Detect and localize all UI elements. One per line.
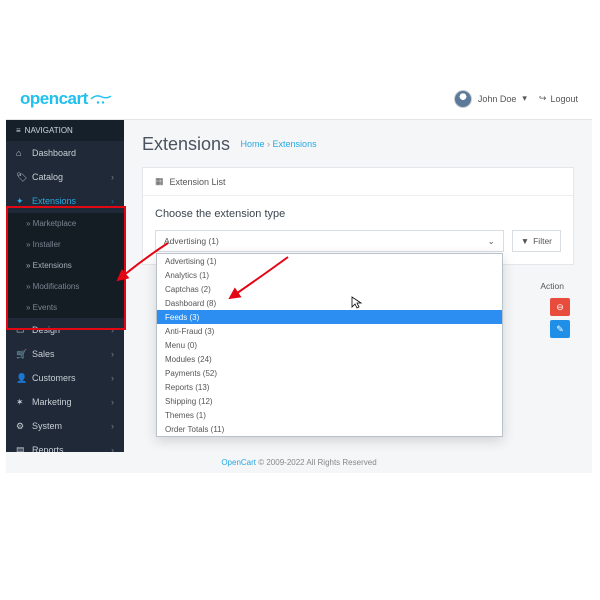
sidebar-item-extensions[interactable]: ✦Extensions› [6, 189, 124, 213]
user-name: John Doe [478, 94, 517, 104]
chart-icon: ▤ [16, 445, 26, 452]
option-captchas[interactable]: Captchas (2) [157, 282, 502, 296]
option-advertising[interactable]: Advertising (1) [157, 254, 502, 268]
logo: opencart [20, 89, 112, 109]
sidebar-sub-events[interactable]: » Events [6, 297, 124, 318]
chevron-right-icon: › [111, 349, 114, 359]
cart-icon: 🛒 [16, 349, 26, 359]
option-payments[interactable]: Payments (52) [157, 366, 502, 380]
sidebar-item-sales[interactable]: 🛒Sales› [6, 342, 124, 366]
filter-icon: ▼ [521, 236, 529, 246]
list-icon: ▦ [155, 176, 164, 187]
chevron-right-icon: › [111, 445, 114, 452]
sidebar-item-design[interactable]: ▭Design› [6, 318, 124, 342]
option-antifraud[interactable]: Anti-Fraud (3) [157, 324, 502, 338]
chevron-right-icon: › [111, 421, 114, 431]
sidebar-sub-modifications[interactable]: » Modifications [6, 276, 124, 297]
sidebar-item-customers[interactable]: 👤Customers› [6, 366, 124, 390]
chevron-down-icon: ▾ [522, 93, 527, 104]
option-menu[interactable]: Menu (0) [157, 338, 502, 352]
action-header: Action [540, 281, 564, 291]
filter-button[interactable]: ▼Filter [512, 230, 561, 252]
breadcrumb-current[interactable]: Extensions [273, 139, 317, 149]
user-icon: 👤 [16, 373, 26, 383]
panel-header: ▦Extension List [143, 168, 573, 196]
header: opencart John Doe ▾ ↪ Logout [6, 78, 592, 120]
panel: ▦Extension List Choose the extension typ… [142, 167, 574, 265]
edit-button[interactable]: ✎ [550, 320, 570, 338]
breadcrumb-home[interactable]: Home [241, 139, 265, 149]
option-reports[interactable]: Reports (13) [157, 380, 502, 394]
uninstall-button[interactable]: ⊖ [550, 298, 570, 316]
option-analytics[interactable]: Analytics (1) [157, 268, 502, 282]
subtitle: Choose the extension type [155, 208, 561, 220]
sidebar-sub: » Marketplace » Installer » Extensions »… [6, 213, 124, 318]
sidebar-sub-extensions[interactable]: » Extensions [6, 255, 124, 276]
chevron-right-icon: › [111, 325, 114, 335]
chevron-right-icon: › [111, 373, 114, 383]
sidebar-sub-installer[interactable]: » Installer [6, 234, 124, 255]
logout-button[interactable]: ↪ Logout [539, 93, 578, 104]
footer: OpenCart © 2009-2022 All Rights Reserved [6, 452, 592, 473]
share-icon: ✶ [16, 397, 26, 407]
pencil-icon: ✎ [556, 324, 564, 335]
option-feeds[interactable]: Feeds (3) [157, 310, 502, 324]
sidebar-sub-marketplace[interactable]: » Marketplace [6, 213, 124, 234]
sidebar-item-catalog[interactable]: 🏷Catalog› [6, 165, 124, 189]
nav-title: ≡NAVIGATION [6, 120, 124, 141]
gear-icon: ⚙ [16, 421, 26, 431]
sidebar-item-dashboard[interactable]: ⌂Dashboard [6, 141, 124, 165]
option-dashboard[interactable]: Dashboard (8) [157, 296, 502, 310]
sidebar-item-system[interactable]: ⚙System› [6, 414, 124, 438]
main: Extensions Home › Extensions ▦Extension … [124, 120, 592, 452]
user-menu[interactable]: John Doe ▾ [454, 90, 527, 108]
chevron-right-icon: › [111, 196, 114, 206]
chevron-right-icon: › [111, 397, 114, 407]
option-shipping[interactable]: Shipping (12) [157, 394, 502, 408]
option-modules[interactable]: Modules (24) [157, 352, 502, 366]
breadcrumb: Home › Extensions [241, 139, 317, 149]
design-icon: ▭ [16, 325, 26, 335]
tag-icon: 🏷 [16, 172, 26, 182]
sidebar-item-reports[interactable]: ▤Reports› [6, 438, 124, 452]
option-themes[interactable]: Themes (1) [157, 408, 502, 422]
logout-icon: ↪ [539, 93, 547, 104]
footer-link[interactable]: OpenCart [221, 458, 256, 467]
option-ordertotals[interactable]: Order Totals (11) [157, 422, 502, 436]
page-title: Extensions [142, 134, 230, 154]
sidebar-item-marketing[interactable]: ✶Marketing› [6, 390, 124, 414]
dashboard-icon: ⌂ [16, 148, 26, 158]
avatar [454, 90, 472, 108]
chevron-down-icon: ⌄ [488, 236, 495, 247]
extension-type-select[interactable]: Advertising (1) ⌄ Advertising (1) Analyt… [155, 230, 504, 252]
extension-type-dropdown: Advertising (1) Analytics (1) Captchas (… [156, 253, 503, 437]
puzzle-icon: ✦ [16, 196, 26, 206]
menu-icon: ≡ [16, 126, 21, 135]
sidebar: ≡NAVIGATION ⌂Dashboard 🏷Catalog› ✦Extens… [6, 120, 124, 452]
chevron-right-icon: › [111, 172, 114, 182]
minus-icon: ⊖ [556, 302, 564, 313]
